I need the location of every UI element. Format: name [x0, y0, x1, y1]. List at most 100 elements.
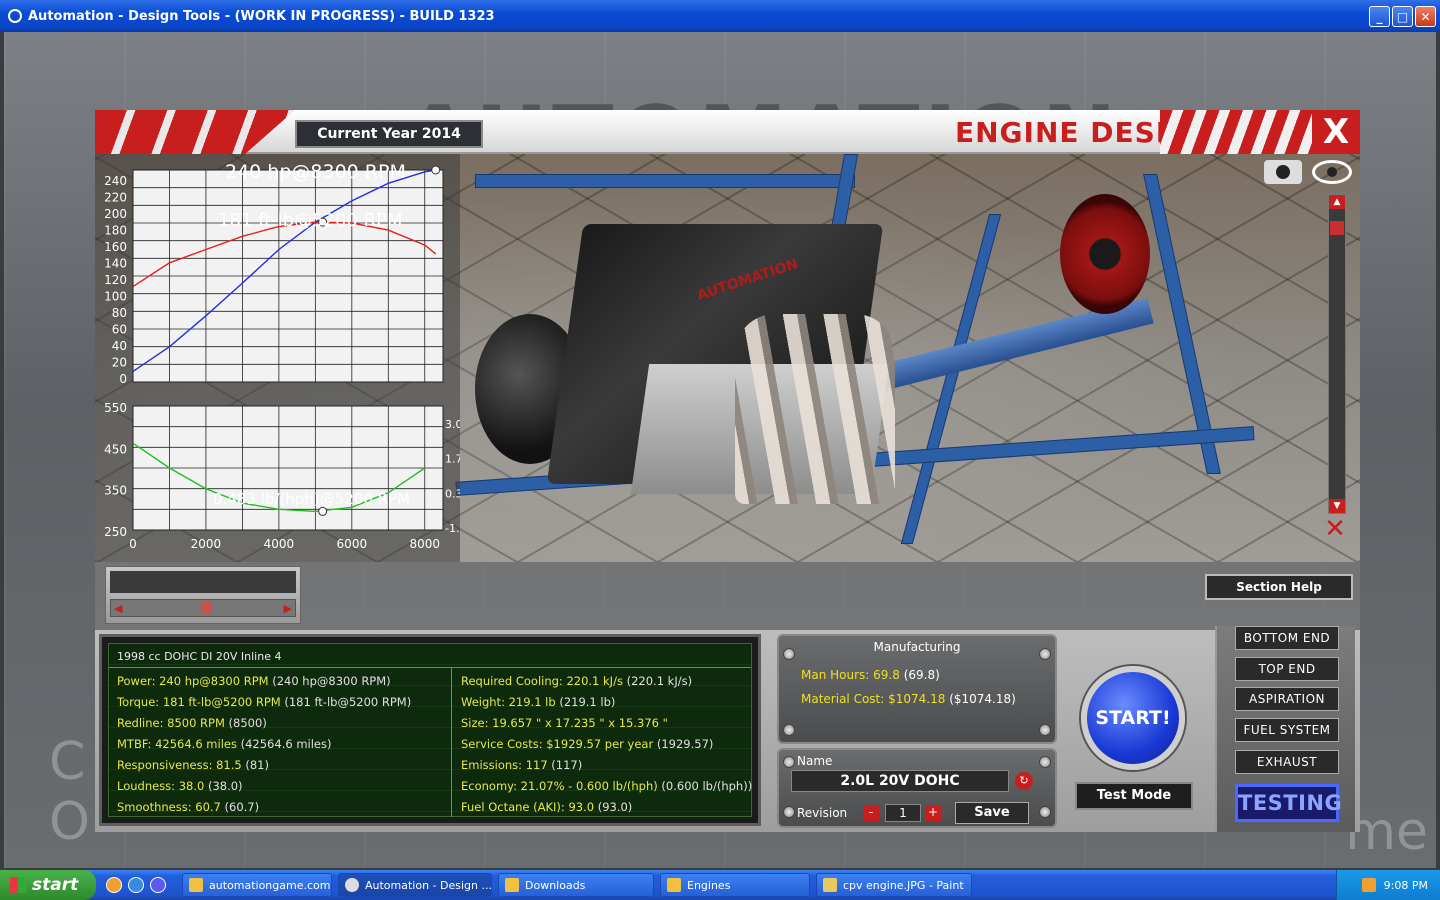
chart-tick-label: 120 [104, 273, 127, 287]
chart-tick-label: 40 [112, 339, 127, 353]
slider-knob[interactable] [201, 602, 211, 614]
start-button[interactable]: START! [1081, 666, 1185, 770]
close-window-button[interactable]: ✕ [1415, 6, 1436, 27]
revision-increment-button[interactable]: + [925, 805, 941, 821]
task-label: cpv engine.JPG - Paint [843, 878, 964, 892]
material-cost-target: ($1074.18) [949, 692, 1016, 706]
stat-value: Redline: 8500 RPM [117, 716, 225, 730]
window-title-bar[interactable]: Automation - Design Tools - (WORK IN PRO… [0, 0, 1440, 32]
nav-aspiration[interactable]: ASPIRATION [1235, 687, 1339, 711]
man-hours-target: (69.8) [903, 668, 940, 682]
3d-viewport[interactable]: AUTOMATION 240 220 200 180 160 140 120 100 80 60 4… [95, 154, 1360, 562]
stat-row: Smoothness: 60.7 (60.7) [117, 800, 259, 814]
media-icon[interactable] [150, 877, 166, 893]
stat-value: Size: 19.657 " x 17.235 " x 15.376 " [461, 716, 668, 730]
engine-name-input[interactable]: 2.0L 20V DOHC [791, 770, 1009, 792]
zoom-knob[interactable] [1330, 221, 1344, 235]
stat-value: Service Costs: $1929.57 per year [461, 737, 654, 751]
bolt-icon [1039, 724, 1051, 736]
stat-row: Torque: 181 ft-lb@5200 RPM (181 ft-lb@52… [117, 695, 411, 709]
bottom-area: 1998 cc DOHC DI 20V Inline 4 Power: 240 … [95, 630, 1360, 832]
test-mode-button[interactable]: Test Mode [1075, 782, 1193, 810]
mini-slider[interactable]: ◀ ▶ [110, 599, 296, 617]
bg-letter-2: O [49, 792, 90, 852]
section-nav: BOTTOM END TOP END ASPIRATION FUEL SYSTE… [1215, 626, 1355, 832]
chart-tick-label: 240 [104, 174, 127, 188]
task-automation[interactable]: Automation - Design ... [338, 873, 492, 897]
bsfc-min-marker [318, 506, 328, 516]
stat-row: Size: 19.657 " x 17.235 " x 15.376 " [461, 716, 668, 730]
tray-icon[interactable] [1361, 878, 1376, 892]
task-engines[interactable]: Engines [660, 873, 810, 897]
nav-exhaust[interactable]: EXHAUST [1235, 750, 1339, 774]
task-paint[interactable]: cpv engine.JPG - Paint [816, 873, 972, 897]
graph-svg: 240220200180160140120100806040200240 hp@… [104, 161, 460, 551]
save-button[interactable]: Save [955, 802, 1029, 824]
name-revision-panel: Name 2.0L 20V DOHC ↻ Revision - 1 + Save [777, 748, 1057, 828]
start-menu-button[interactable]: start [0, 870, 96, 900]
chart-tick-label-right: 0.3 [445, 487, 460, 500]
automation-icon [345, 878, 359, 892]
stat-value: Responsiveness: 81.5 [117, 758, 242, 772]
camera-icon[interactable] [1264, 160, 1302, 184]
stat-target: (219.1 lb) [555, 695, 616, 709]
current-year: Current Year 2014 [295, 120, 483, 148]
header-stripes-right [1160, 110, 1330, 154]
stat-row: Loudness: 38.0 (38.0) [117, 779, 243, 793]
chart-tick-label-right: 3.0 [445, 418, 460, 431]
close-panel-button[interactable]: X [1312, 110, 1360, 154]
material-cost: Material Cost: $1074.18 ($1074.18) [801, 692, 1016, 706]
manufacturing-panel: Manufacturing Man Hours: 69.8 (69.8) Mat… [777, 634, 1057, 744]
name-label: Name [797, 754, 833, 768]
stat-row: Redline: 8500 RPM (8500) [117, 716, 267, 730]
nav-fuel-system[interactable]: FUEL SYSTEM [1235, 718, 1339, 742]
stat-target: (1929.57) [653, 737, 714, 751]
chart-x-tick-label: 0 [129, 537, 137, 551]
chart-tick-label: 250 [104, 525, 127, 539]
chart-tick-label: 200 [104, 207, 127, 221]
stat-value: Required Cooling: 220.1 kJ/s [461, 674, 623, 688]
slider-left-arrow-icon[interactable]: ◀ [114, 602, 122, 615]
stat-row: Fuel Octane (AKI): 93.0 (93.0) [461, 800, 632, 814]
minimize-button[interactable]: _ [1369, 6, 1390, 27]
chart-tick-label: 180 [104, 224, 127, 238]
stats-screen: 1998 cc DOHC DI 20V Inline 4 Power: 240 … [108, 643, 752, 817]
nav-bottom-end[interactable]: BOTTOM END [1235, 626, 1339, 650]
zoom-down-arrow-icon[interactable]: ▼ [1329, 499, 1345, 513]
chart-tick-label-right: -1.0 [445, 522, 460, 535]
panel-header: Current Year 2014 ENGINE DESIGN X [95, 110, 1360, 154]
chart-x-tick-label: 2000 [191, 537, 222, 551]
section-help-button[interactable]: Section Help [1205, 574, 1353, 600]
maximize-button[interactable]: □ [1392, 6, 1413, 27]
chart-tick-label: 60 [112, 323, 127, 337]
task-downloads[interactable]: Downloads [498, 873, 654, 897]
stat-row: Responsiveness: 81.5 (81) [117, 758, 269, 772]
folder-icon [667, 878, 681, 892]
ie-icon[interactable] [128, 877, 144, 893]
stat-target: (93.0) [594, 800, 633, 814]
reset-view-icon[interactable]: ✕ [1320, 514, 1350, 544]
task-browser[interactable]: automationgame.com... [182, 873, 332, 897]
slider-right-arrow-icon[interactable]: ▶ [284, 602, 292, 615]
nav-testing[interactable]: TESTING [1235, 784, 1342, 822]
eye-icon[interactable] [1312, 160, 1352, 184]
stat-row: Economy: 21.07% - 0.600 lb/(hph) (0.600 … [461, 779, 752, 793]
revision-decrement-button[interactable]: - [863, 805, 879, 821]
refresh-name-icon[interactable]: ↻ [1015, 772, 1033, 790]
firefox-icon[interactable] [106, 877, 122, 893]
nav-top-end[interactable]: TOP END [1235, 657, 1339, 681]
chart-tick-label: 100 [104, 290, 127, 304]
window-title: Automation - Design Tools - (WORK IN PRO… [28, 8, 495, 24]
zoom-up-arrow-icon[interactable]: ▲ [1329, 195, 1345, 209]
stat-value: Emissions: 117 [461, 758, 548, 772]
stat-value: MTBF: 42564.6 miles [117, 737, 237, 751]
revision-label: Revision [797, 806, 848, 820]
zoom-scrollbar[interactable]: ▲ ▼ [1328, 194, 1346, 514]
power-peak-label: 240 hp@8300 RPM [225, 161, 406, 183]
chart-tick-label: 220 [104, 191, 127, 205]
chart-x-tick-label: 8000 [409, 537, 440, 551]
stat-target: (8500) [224, 716, 267, 730]
engine-spec-title: 1998 cc DOHC DI 20V Inline 4 [117, 650, 282, 663]
stat-target: (81) [241, 758, 269, 772]
browser-icon [189, 878, 203, 892]
